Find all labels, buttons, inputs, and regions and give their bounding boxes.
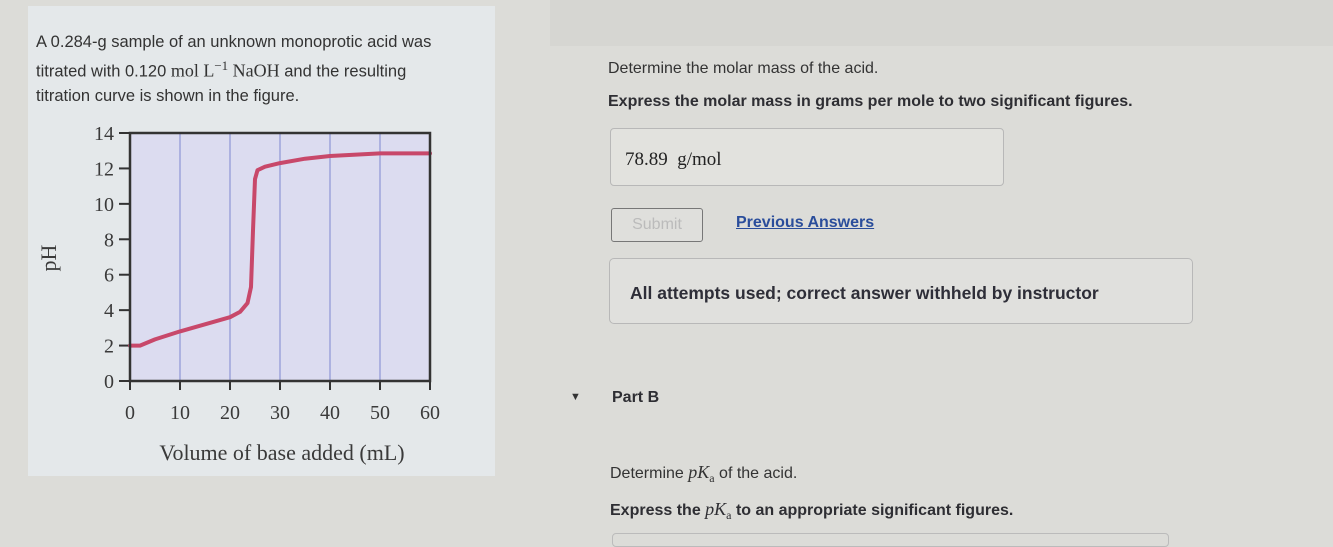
x-tick-label: 30 bbox=[270, 402, 290, 424]
x-tick-label: 60 bbox=[420, 402, 440, 424]
text: Express the bbox=[610, 502, 706, 519]
feedback-box: All attempts used; correct answer withhe… bbox=[609, 258, 1193, 324]
pka-symbol: pK bbox=[705, 499, 727, 519]
answer-unit: g/mol bbox=[677, 149, 722, 170]
previous-answers-link[interactable]: Previous Answers bbox=[736, 214, 874, 232]
part-a-question: Determine the molar mass of the acid. bbox=[608, 60, 879, 77]
y-tick-label: 14 bbox=[94, 123, 114, 145]
y-tick-label: 12 bbox=[94, 158, 114, 180]
y-tick-label: 4 bbox=[104, 300, 114, 322]
part-b-title[interactable]: Part B bbox=[612, 389, 659, 407]
answer-input[interactable]: 78.89 g/mol bbox=[610, 128, 1004, 186]
y-tick-label: 8 bbox=[104, 229, 114, 251]
x-axis-label: Volume of base added (mL) bbox=[159, 440, 404, 465]
text: to an appropriate significant figures. bbox=[731, 502, 1014, 519]
feedback-text: All attempts used; correct answer withhe… bbox=[630, 283, 1099, 303]
x-tick-label: 50 bbox=[370, 402, 390, 424]
submit-button[interactable]: Submit bbox=[611, 208, 703, 242]
header-band bbox=[550, 0, 1333, 46]
part-a-instruction: Express the molar mass in grams per mole… bbox=[608, 93, 1133, 110]
x-tick-label: 10 bbox=[170, 402, 190, 424]
part-b-answer-input[interactable] bbox=[612, 533, 1169, 547]
y-tick-label: 0 bbox=[104, 371, 114, 393]
x-tick-label: 0 bbox=[125, 402, 135, 424]
y-axis-label: pH bbox=[36, 244, 61, 271]
pka-symbol: pK bbox=[688, 462, 710, 482]
collapse-caret-icon[interactable]: ▼ bbox=[570, 391, 581, 403]
x-tick-label: 20 bbox=[220, 402, 240, 424]
y-tick-label: 2 bbox=[104, 336, 114, 358]
y-tick-label: 10 bbox=[94, 194, 114, 216]
text: Determine bbox=[610, 465, 689, 482]
y-tick-label: 6 bbox=[104, 265, 114, 287]
text: of the acid. bbox=[714, 465, 798, 482]
answer-number: 78.89 bbox=[625, 149, 668, 170]
answer-value: 78.89 g/mol bbox=[625, 149, 722, 171]
titration-chart: 0 2 4 6 8 10 12 14 0 10 20 30 40 50 60 Volume of base… bbox=[36, 123, 440, 465]
part-b-instruction: Express the pKa to an appropriate signif… bbox=[610, 499, 1013, 523]
x-tick-label: 40 bbox=[320, 402, 340, 424]
part-b-question: Determine pKa of the acid. bbox=[610, 462, 797, 486]
